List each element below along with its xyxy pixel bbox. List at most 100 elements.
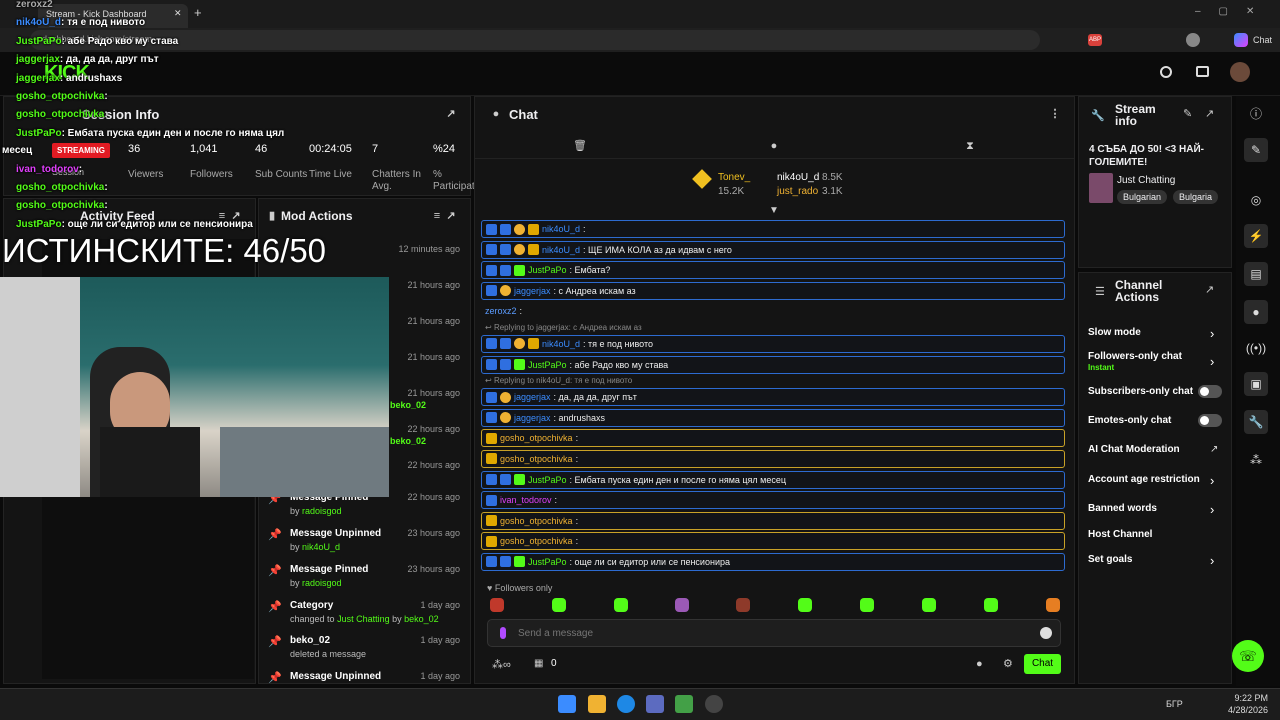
mod-user[interactable]: beko_02 — [390, 400, 426, 410]
mod-user[interactable]: beko_02 — [390, 436, 426, 446]
top-user-3[interactable]: just_rado — [777, 186, 818, 197]
chat-message[interactable]: JustPaPo: абе Радо кво му става — [481, 355, 1065, 374]
mod-action-user[interactable]: nik4oU_d — [302, 542, 340, 552]
apps-icon[interactable]: ⁂ — [1244, 448, 1268, 472]
popout-icon[interactable]: ↗ — [444, 209, 458, 223]
store-icon[interactable]: ▦ — [534, 658, 543, 669]
chat-username[interactable]: JustPaPo — [528, 475, 567, 485]
emote-icon[interactable] — [614, 598, 628, 612]
pencil-icon[interactable]: ✎ — [1244, 138, 1268, 162]
emote-icon[interactable] — [922, 598, 936, 612]
chat-message[interactable]: zeroxz2: — [481, 302, 1065, 320]
chat-settings-icon[interactable]: ● — [976, 658, 983, 670]
trash-icon[interactable]: 🗑 — [573, 139, 587, 153]
chat-messages[interactable]: nik4oU_d: nik4oU_d: ЩЕ ИМА КОЛА аз да идв… — [481, 220, 1065, 576]
emote-icon[interactable] — [736, 598, 750, 612]
chevron-right-icon[interactable]: › — [1210, 326, 1214, 341]
channel-action-item[interactable]: Slow mode — [1088, 327, 1141, 338]
abp-icon[interactable]: ABP — [1088, 34, 1102, 46]
emote-icon[interactable] — [1046, 598, 1060, 612]
clock-date[interactable]: 4/28/2026 — [1226, 705, 1268, 715]
edge-icon[interactable] — [617, 695, 635, 713]
new-tab-button[interactable]: + — [194, 5, 202, 20]
chevron-right-icon[interactable]: › — [1210, 553, 1214, 568]
broadcast-icon[interactable]: ((•)) — [1244, 336, 1268, 360]
edit-icon[interactable]: ✎ — [1183, 107, 1192, 120]
chat-username[interactable]: nik4oU_d — [542, 245, 580, 255]
xbox-icon[interactable] — [675, 695, 693, 713]
gear-icon[interactable]: ⚙ — [1003, 657, 1013, 670]
chat-username[interactable]: gosho_otpochivka — [500, 516, 573, 526]
emoji-icon[interactable] — [1040, 627, 1052, 639]
chat-message[interactable]: JustPaPo: Ембата пуска един ден и после … — [481, 470, 1065, 489]
chat-username[interactable]: zeroxz2 — [485, 306, 517, 316]
info-icon[interactable]: ⓘ — [1244, 102, 1268, 126]
hourglass-icon[interactable]: ⧗ — [963, 139, 977, 153]
chevron-down-icon[interactable]: ▼ — [769, 205, 779, 216]
chat-message[interactable]: jaggerjax: с Андреа искам аз — [481, 281, 1065, 300]
chat-input-wrapper[interactable] — [487, 619, 1061, 647]
more-icon[interactable]: ⋮ — [1048, 107, 1062, 121]
emote-icon[interactable] — [552, 598, 566, 612]
chat-username[interactable]: gosho_otpochivka — [500, 536, 573, 546]
store-icon[interactable] — [646, 695, 664, 713]
language-indicator[interactable]: БГР — [1166, 699, 1183, 709]
document-icon[interactable]: ▤ — [1244, 262, 1268, 286]
user-avatar[interactable] — [1230, 62, 1250, 82]
popout-icon[interactable]: ↗ — [1205, 107, 1214, 120]
chevron-right-icon[interactable]: › — [1210, 354, 1214, 369]
chat-message[interactable]: ivan_todorov: — [481, 491, 1065, 510]
channel-action-item[interactable]: Host Channel — [1088, 529, 1152, 540]
chat-username[interactable]: nik4oU_d — [542, 224, 580, 234]
chat-message[interactable]: nik4oU_d: тя е под нивото — [481, 334, 1065, 353]
channel-action-item[interactable]: Subscribers-only chat — [1088, 386, 1193, 397]
camera-icon[interactable]: ◎ — [1244, 188, 1268, 212]
mod-view-icon[interactable]: ▣ — [1244, 372, 1268, 396]
clock-time[interactable]: 9:22 PM — [1234, 693, 1268, 703]
wrench-icon[interactable]: 🔧 — [1244, 410, 1268, 434]
popout-icon[interactable]: ↗ — [444, 107, 458, 121]
chat-username[interactable]: gosho_otpochivka — [500, 454, 573, 464]
popout-icon[interactable]: ↗ — [1205, 283, 1214, 296]
chat-ext-label[interactable]: Chat — [1253, 35, 1272, 45]
chat-message[interactable]: jaggerjax: да, да да, друг път — [481, 388, 1065, 407]
support-button[interactable]: ☏ — [1232, 640, 1264, 672]
chat-icon[interactable]: ● — [1244, 300, 1268, 324]
profile-avatar[interactable] — [1186, 33, 1200, 47]
channel-action-item[interactable]: Account age restriction — [1088, 474, 1200, 485]
chat-message[interactable]: gosho_otpochivka: — [481, 532, 1065, 551]
mod-action-user[interactable]: beko_02 — [404, 614, 439, 624]
external-link-icon[interactable]: ↗ — [1210, 444, 1218, 455]
toggle-switch[interactable] — [1198, 385, 1222, 398]
chat-username[interactable]: gosho_otpochivka — [500, 433, 573, 443]
emote-icon[interactable] — [675, 598, 689, 612]
obs-icon[interactable] — [705, 695, 723, 713]
chevron-right-icon[interactable]: › — [1210, 473, 1214, 488]
chat-message[interactable]: gosho_otpochivka: — [481, 429, 1065, 448]
mod-action-user[interactable]: radoisgod — [302, 506, 342, 516]
chat-username[interactable]: JustPaPo — [528, 265, 567, 275]
tag-chip[interactable]: Bulgaria — [1173, 190, 1219, 204]
notifications-icon[interactable] — [1160, 66, 1172, 78]
chat-message[interactable]: gosho_otpochivka: — [481, 511, 1065, 530]
toggle-switch[interactable] — [1198, 414, 1222, 427]
start-icon[interactable] — [558, 695, 576, 713]
address-bar[interactable]: dashboard.kick.com/stream — [30, 30, 1040, 50]
lightning-icon[interactable]: ⚡ — [1244, 224, 1268, 248]
channel-action-item[interactable]: Banned words — [1088, 503, 1157, 514]
channel-action-item[interactable]: AI Chat Moderation — [1088, 444, 1180, 455]
mod-action-user[interactable]: Just Chatting — [337, 614, 390, 624]
close-icon[interactable]: ✕ — [174, 8, 182, 19]
window-controls[interactable]: –▢✕ — [1195, 6, 1272, 17]
chat-message[interactable]: nik4oU_d: — [481, 220, 1065, 238]
chat-username[interactable]: JustPaPo — [528, 360, 567, 370]
chat-username[interactable]: JustPaPo — [528, 557, 567, 567]
chat-message[interactable]: JustPaPo: още ли си едитор или се пенсио… — [481, 552, 1065, 571]
chat-username[interactable]: jaggerjax — [514, 413, 551, 423]
send-chat-button[interactable]: Chat — [1024, 654, 1061, 674]
top-user-1[interactable]: Tonev_ — [718, 172, 750, 183]
mic-icon[interactable] — [500, 627, 506, 639]
emote-icon[interactable] — [490, 598, 504, 612]
chat-username[interactable]: nik4oU_d — [542, 339, 580, 349]
filter-icon[interactable]: ≡ — [430, 209, 444, 223]
